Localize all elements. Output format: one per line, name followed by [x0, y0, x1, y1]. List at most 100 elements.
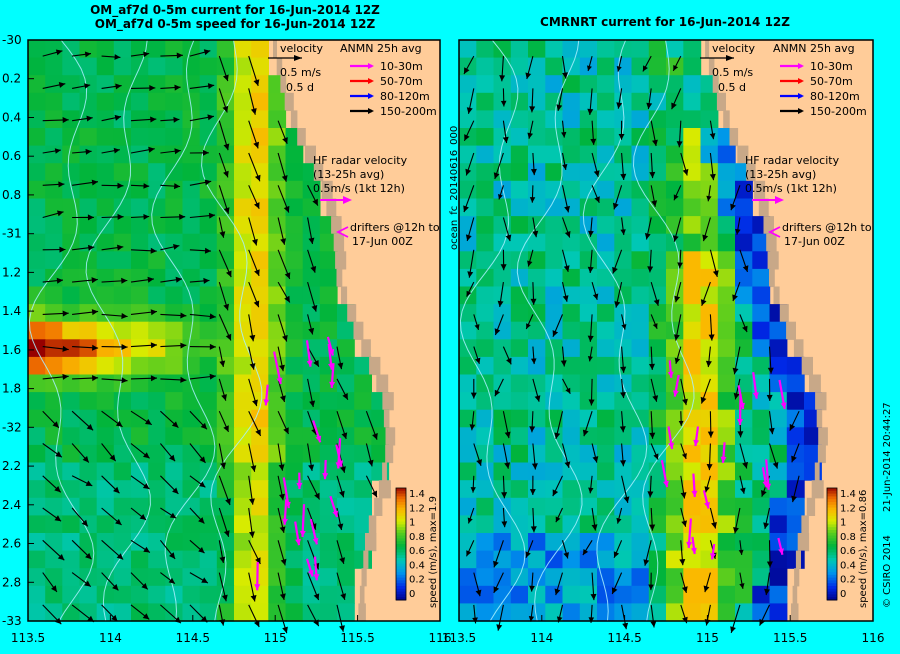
right-speed-cell: [459, 322, 477, 340]
right-coast-strip: [730, 128, 739, 146]
left-speed-cell: [354, 392, 372, 410]
left-speed-cell: [28, 568, 46, 586]
left-speed-cell: [62, 357, 80, 375]
left-speed-cell: [62, 515, 80, 533]
right-speed-cell: [597, 146, 615, 164]
right-speed-cell: [580, 269, 598, 287]
left-speed-cell: [80, 515, 98, 533]
right-colorbar-tick-label: 0.6: [840, 546, 856, 557]
left-speed-cell: [183, 551, 201, 569]
left-speed-cell: [165, 93, 183, 111]
left-speed-cell: [114, 515, 132, 533]
figure-canvas: OM_af7d 0-5m current for 16-Jun-2014 12Z…: [0, 0, 900, 650]
right-drifters-line1: drifters @12h to: [782, 221, 872, 234]
right-speed-cell: [563, 410, 581, 428]
right-x-tick-label: 114: [530, 631, 553, 645]
right-speed-cell: [787, 427, 805, 445]
left-coast-strip: [337, 269, 343, 287]
left-speed-cell: [28, 357, 46, 375]
right-speed-cell: [632, 304, 650, 322]
right-speed-cell: [597, 199, 615, 217]
right-speed-cell: [563, 357, 581, 375]
left-speed-cell: [114, 445, 132, 463]
left-speed-cell: [131, 339, 149, 357]
left-speed-cell: [217, 375, 235, 393]
left-speed-cell: [200, 551, 218, 569]
right-speed-cell: [701, 304, 719, 322]
left-speed-cell: [28, 75, 46, 93]
right-current-arrowhead: [496, 624, 502, 631]
left-speed-cell: [217, 199, 235, 217]
right-speed-cell: [666, 163, 684, 181]
left-speed-cell: [80, 533, 98, 551]
left-speed-cell: [251, 75, 269, 93]
left-speed-cell: [320, 568, 338, 586]
left-speed-cell: [200, 287, 218, 305]
right-speed-cell: [718, 339, 736, 357]
left-speed-cell: [268, 181, 286, 199]
right-speed-cell: [563, 75, 581, 93]
left-speed-cell: [183, 498, 201, 516]
right-speed-cell: [580, 199, 598, 217]
left-speed-cell: [234, 480, 252, 498]
right-speed-cell: [511, 586, 529, 604]
left-speed-cell: [114, 199, 132, 217]
left-speed-cell: [97, 463, 115, 481]
right-speed-cell: [511, 146, 529, 164]
left-speed-cell: [200, 498, 218, 516]
left-speed-cell: [200, 392, 218, 410]
y-tick-label: 0.6: [2, 149, 21, 163]
left-drifters-line2: 17-Jun 00Z: [352, 235, 413, 248]
right-speed-cell: [649, 322, 667, 340]
right-speed-cell: [666, 586, 684, 604]
left-drifters-line1: drifters @12h to: [350, 221, 440, 234]
left-speed-cell: [234, 251, 252, 269]
right-speed-cell: [701, 128, 719, 146]
right-speed-cell: [459, 568, 477, 586]
right-speed-cell: [494, 269, 512, 287]
right-speed-cell: [632, 498, 650, 516]
left-map-area: [28, 40, 440, 633]
right-speed-cell: [701, 427, 719, 445]
right-speed-cell: [545, 445, 563, 463]
right-speed-cell: [701, 199, 719, 217]
left-speed-cell: [234, 357, 252, 375]
right-speed-cell: [494, 603, 512, 621]
right-speed-cell: [459, 357, 477, 375]
left-speed-cell: [131, 498, 149, 516]
right-speed-cell: [545, 234, 563, 252]
right-speed-cell: [787, 375, 805, 393]
left-speed-cell: [268, 93, 286, 111]
left-speed-cell: [234, 551, 252, 569]
left-speed-cell: [286, 251, 304, 269]
right-speed-cell: [718, 234, 736, 252]
left-speed-cell: [303, 375, 321, 393]
right-speed-cell: [580, 304, 598, 322]
left-speed-cell: [28, 216, 46, 234]
right-speed-cell: [528, 427, 546, 445]
left-speed-cell: [148, 375, 166, 393]
right-speed-cell: [563, 339, 581, 357]
left-speed-cell: [268, 146, 286, 164]
left-speed-cell: [268, 269, 286, 287]
left-speed-cell: [251, 445, 269, 463]
left-speed-cell: [165, 58, 183, 76]
right-speed-cell: [545, 128, 563, 146]
left-speed-cell: [217, 480, 235, 498]
right-speed-cell: [597, 234, 615, 252]
left-speed-cell: [80, 551, 98, 569]
right-speed-cell: [459, 251, 477, 269]
left-speed-cell: [148, 58, 166, 76]
left-speed-cell: [45, 498, 63, 516]
right-speed-cell: [632, 339, 650, 357]
left-colorbar-tick-label: 0.2: [409, 575, 425, 586]
right-speed-cell: [528, 357, 546, 375]
right-speed-cell: [476, 181, 494, 199]
left-speed-cell: [286, 551, 304, 569]
left-speed-cell: [165, 603, 183, 621]
right-speed-cell: [666, 216, 684, 234]
left-x-tick-label: 115: [264, 631, 287, 645]
left-speed-cell: [80, 128, 98, 146]
left-speed-cell: [148, 163, 166, 181]
left-speed-cell: [286, 216, 304, 234]
